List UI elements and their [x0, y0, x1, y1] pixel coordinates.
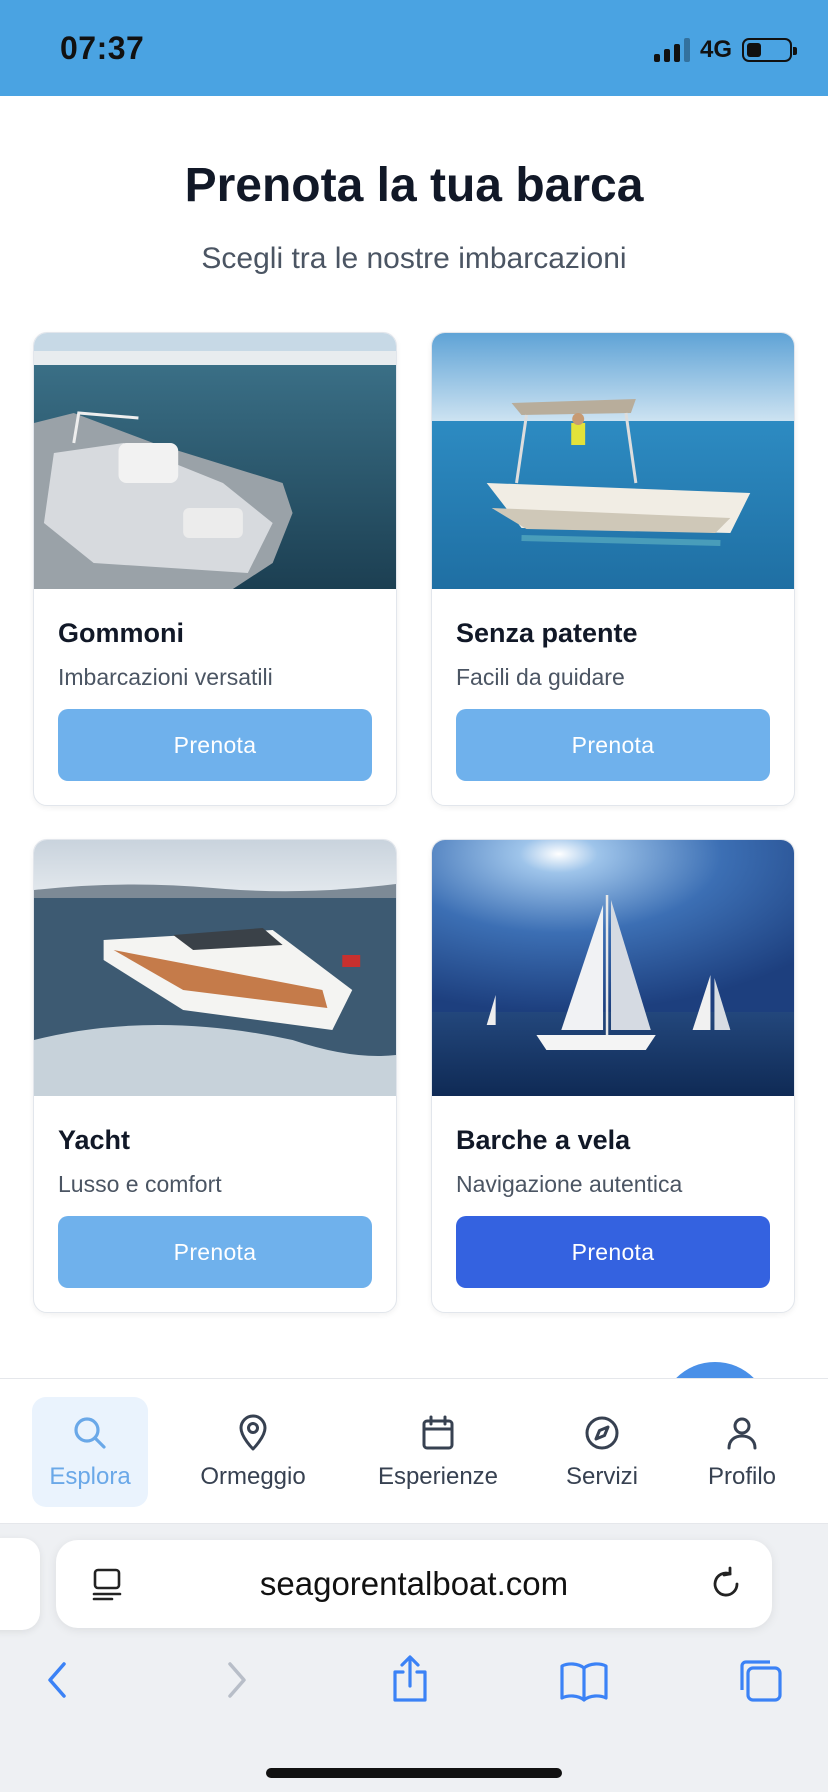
nav-item-ormeggio[interactable]: Ormeggio	[182, 1397, 324, 1507]
floating-action-button[interactable]	[660, 1362, 770, 1378]
card-title: Yacht	[58, 1125, 131, 1155]
card-description: Navigazione autentica	[456, 1171, 683, 1197]
bookmarks-icon[interactable]	[558, 1654, 610, 1706]
home-indicator	[266, 1768, 562, 1778]
card-title: Senza patente	[456, 618, 638, 648]
calendar-icon	[422, 1415, 454, 1450]
signal-icon	[653, 38, 690, 62]
sailboat-photo	[432, 840, 794, 1096]
nav-label: Esplora	[49, 1463, 131, 1490]
browser-chrome: seagorentalboat.com	[0, 1524, 828, 1792]
senza-patente-photo	[432, 333, 794, 589]
search-icon	[74, 1417, 106, 1449]
nav-item-esplora[interactable]: Esplora	[32, 1397, 148, 1507]
card-description: Lusso e comfort	[58, 1171, 222, 1197]
status-indicators: 4G	[653, 36, 797, 64]
boat-card-yacht[interactable]: Yacht Lusso e comfort Prenota	[33, 839, 397, 1313]
card-title: Gommoni	[58, 618, 184, 648]
forward-icon[interactable]	[210, 1654, 262, 1706]
nav-label: Ormeggio	[200, 1463, 306, 1490]
yacht-photo	[34, 840, 396, 1096]
card-description: Imbarcazioni versatili	[58, 664, 273, 690]
nav-item-esperienze[interactable]: Esperienze	[364, 1397, 512, 1507]
status-bar: 07:37 4G	[0, 0, 828, 96]
reload-icon[interactable]	[708, 1566, 744, 1602]
share-icon[interactable]	[384, 1654, 436, 1706]
back-icon[interactable]	[32, 1654, 84, 1706]
card-title: Barche a vela	[456, 1125, 631, 1155]
page-subtitle: Scegli tra le nostre imbarcazioni	[201, 242, 627, 275]
map-pin-icon	[239, 1414, 267, 1451]
battery-icon	[742, 38, 797, 62]
book-button-yacht[interactable]: Prenota	[58, 1216, 372, 1288]
nav-label: Profilo	[707, 1463, 777, 1490]
url-text: seagorentalboat.com	[259, 1565, 569, 1602]
nav-label: Esperienze	[377, 1463, 499, 1490]
boat-card-barche-a-vela[interactable]: Barche a vela Navigazione autentica Pren…	[431, 839, 795, 1313]
page-title: Prenota la tua barca	[184, 159, 644, 212]
gommone-photo	[34, 333, 396, 589]
user-icon	[727, 1417, 757, 1450]
nav-item-profilo[interactable]: Profilo	[690, 1397, 794, 1507]
boat-card-senza-patente[interactable]: Senza patente Facili da guidare Prenota	[431, 332, 795, 806]
book-button-senza-patente[interactable]: Prenota	[456, 709, 770, 781]
book-button-gommoni[interactable]: Prenota	[58, 709, 372, 781]
compass-icon	[585, 1416, 619, 1450]
battery-fill	[747, 43, 761, 57]
address-bar[interactable]: seagorentalboat.com	[56, 1540, 772, 1628]
card-description: Facili da guidare	[456, 664, 625, 690]
tabs-icon[interactable]	[734, 1654, 786, 1706]
network-type: 4G	[699, 36, 732, 63]
browser-toolbar	[0, 1654, 828, 1718]
boat-card-gommoni[interactable]: Gommoni Imbarcazioni versatili Prenota	[33, 332, 397, 806]
nav-item-servizi[interactable]: Servizi	[552, 1397, 652, 1507]
status-time: 07:37	[60, 30, 145, 66]
book-button-barche-a-vela[interactable]: Prenota	[456, 1216, 770, 1288]
nav-label: Servizi	[565, 1463, 638, 1490]
previous-tab-peek[interactable]	[0, 1538, 40, 1630]
main-content: Prenota la tua barca Scegli tra le nostr…	[0, 96, 828, 1378]
bottom-navigation: Esplora Ormeggio Esperienze Servizi Prof…	[0, 1378, 828, 1524]
